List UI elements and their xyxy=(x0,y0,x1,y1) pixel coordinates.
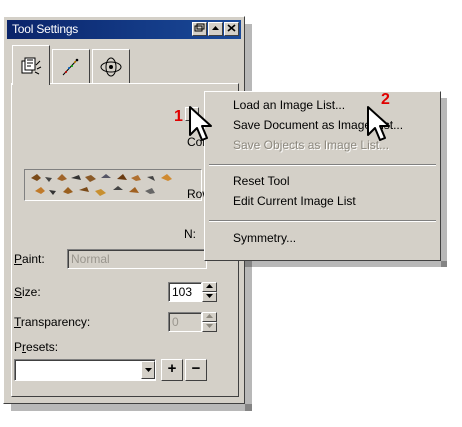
tab-orbit[interactable] xyxy=(92,49,130,83)
transparency-input: 0 xyxy=(168,312,202,332)
chevron-down-icon xyxy=(144,368,152,372)
menu-item-label: Load an Image List... xyxy=(233,98,346,112)
menu-separator xyxy=(209,164,436,166)
spin-up-icon xyxy=(206,284,213,288)
size-spin-up[interactable] xyxy=(202,282,217,292)
orbit-icon xyxy=(100,57,122,76)
restore-button[interactable] xyxy=(192,22,207,36)
menu-shadow-bottom xyxy=(211,261,447,267)
step-marker-1: 1 xyxy=(174,108,183,125)
spray-icon xyxy=(62,58,79,75)
n-label: N: xyxy=(184,227,196,241)
title-bar[interactable]: Tool Settings xyxy=(7,20,241,39)
image-list-preview[interactable] xyxy=(24,169,202,201)
window-shadow-bottom xyxy=(11,404,252,411)
tab-image-sprayer[interactable] xyxy=(12,45,50,85)
menu-item-label: Edit Current Image List xyxy=(233,194,356,208)
transparency-spin-up xyxy=(202,312,217,322)
tool-tabs xyxy=(12,45,238,85)
size-input[interactable]: 103 xyxy=(168,282,202,302)
close-button[interactable] xyxy=(224,22,239,36)
transparency-label: Transparency: xyxy=(14,315,91,329)
caret-up-icon xyxy=(212,26,219,30)
minimize-button[interactable] xyxy=(208,22,223,36)
spin-up-icon xyxy=(206,314,213,318)
menu-item-label: Reset Tool xyxy=(233,174,290,188)
size-spin-down[interactable] xyxy=(202,292,217,302)
flyout-menu: Load an Image List... Save Document as I… xyxy=(204,91,441,261)
paint-label: Paint: xyxy=(14,252,45,266)
transparency-spin-down xyxy=(202,322,217,332)
close-icon xyxy=(227,24,236,32)
menu-item-reset-tool[interactable]: Reset Tool xyxy=(233,174,289,188)
restore-icon xyxy=(194,23,205,32)
presets-dropdown-button[interactable] xyxy=(141,361,155,379)
mouse-cursor-icon xyxy=(189,106,212,141)
menu-shadow xyxy=(441,98,447,267)
add-preset-button[interactable]: + xyxy=(161,359,183,381)
menu-separator xyxy=(209,220,436,222)
menu-item-load-image-list[interactable]: Load an Image List... xyxy=(233,98,345,112)
presets-select[interactable] xyxy=(14,359,156,381)
menu-item-symmetry[interactable]: Symmetry... xyxy=(233,231,296,245)
butterfly-thumbnails xyxy=(31,174,172,196)
remove-preset-button[interactable]: − xyxy=(185,359,207,381)
window-title: Tool Settings xyxy=(12,22,79,36)
menu-item-edit-current-image-list[interactable]: Edit Current Image List xyxy=(233,194,356,208)
image-sprayer-icon xyxy=(21,57,42,74)
spin-down-icon xyxy=(206,294,213,298)
step-marker-2: 2 xyxy=(381,91,390,108)
mouse-cursor-icon xyxy=(367,106,390,141)
tab-spray[interactable] xyxy=(52,49,90,83)
presets-label: Presets: xyxy=(14,340,59,354)
size-label: Size: xyxy=(14,285,41,299)
spin-down-icon xyxy=(206,324,213,328)
menu-item-label: Symmetry... xyxy=(233,231,297,245)
paint-select: Normal xyxy=(67,249,207,269)
